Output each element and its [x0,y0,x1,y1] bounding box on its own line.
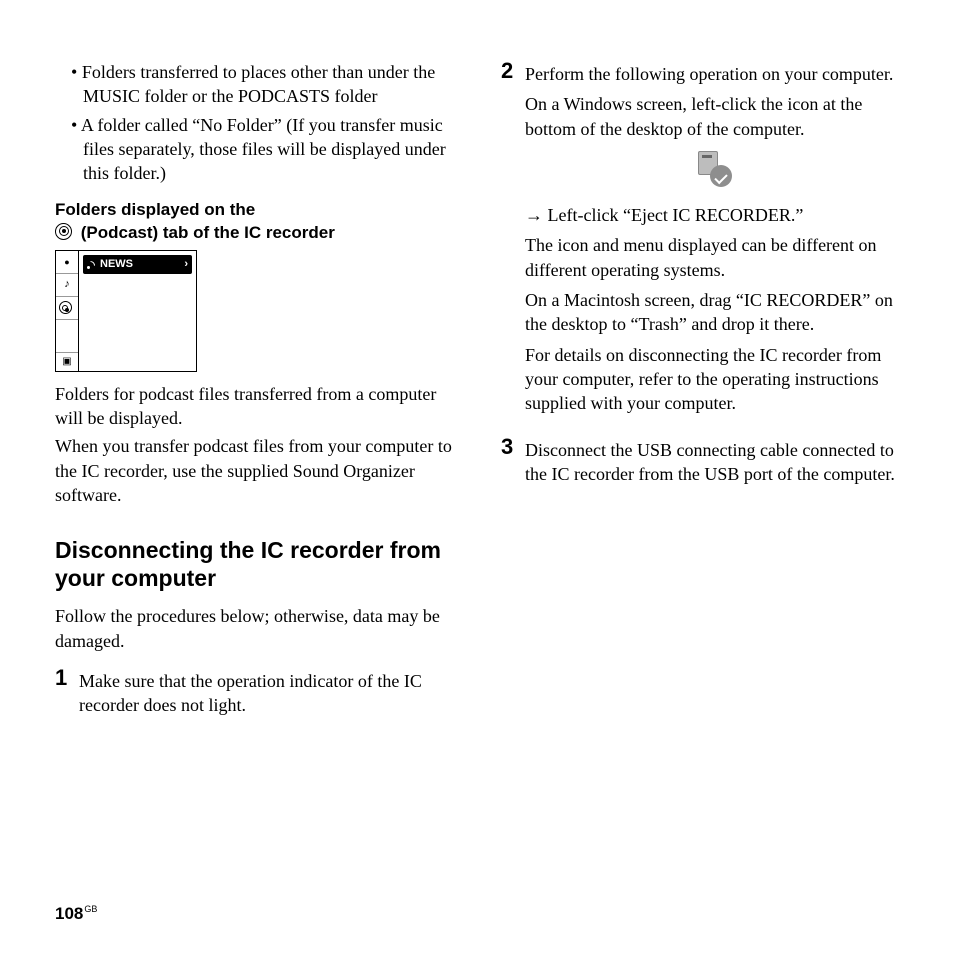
tab-spacer [56,320,78,352]
step-1: 1 Make sure that the operation indicator… [55,667,453,724]
news-folder-chip: NEWS › [83,255,192,274]
step-body: Perform the following operation on your … [525,60,899,422]
step-number: 1 [55,667,73,689]
podcast-tab-icon [56,297,78,320]
step-text: → Left-click “Eject IC RECORDER.” [525,203,899,227]
intro-paragraph: Follow the procedures below; otherwise, … [55,604,453,653]
step-number: 3 [501,436,519,458]
step-text: Make sure that the operation indicator o… [79,669,453,718]
step-text: On a Windows screen, left-click the icon… [525,92,899,141]
podcast-icon [55,223,72,240]
right-column: 2 Perform the following operation on you… [501,60,899,730]
bullet-item: A folder called “No Folder” (If you tran… [71,113,453,186]
bullet-item: Folders transferred to places other than… [71,60,453,109]
step-text: The icon and menu displayed can be diffe… [525,233,899,282]
rec-tab-icon: ▣ [56,352,78,371]
step-body: Make sure that the operation indicator o… [79,667,453,724]
sub-heading: Folders displayed on the (Podcast) tab o… [55,199,453,243]
left-column: Folders transferred to places other than… [55,60,453,730]
subheading-line1: Folders displayed on the [55,200,255,219]
news-label: NEWS [100,257,133,272]
bullet-list: Folders transferred to places other than… [55,60,453,185]
step-text: For details on disconnecting the IC reco… [525,343,899,416]
step-text: On a Macintosh screen, drag “IC RECORDER… [525,288,899,337]
chevron-right-icon: › [184,257,188,272]
device-content: NEWS › [79,251,196,371]
step-number: 2 [501,60,519,82]
paragraph: Folders for podcast files transferred fr… [55,382,453,431]
page-region: GB [84,904,97,914]
step-3: 3 Disconnect the USB connecting cable co… [501,436,899,493]
mic-tab-icon: ● [56,251,78,274]
music-tab-icon: ♪ [56,274,78,297]
arrow-right-icon: → [525,205,543,225]
section-heading: Disconnecting the IC recorder from your … [55,537,453,592]
safely-remove-icon-wrap [525,151,899,193]
two-column-layout: Folders transferred to places other than… [55,60,899,730]
step-text: Disconnect the USB connecting cable conn… [525,438,899,487]
page-number-value: 108 [55,904,83,923]
device-tabs: ● ♪ ▣ [56,251,79,371]
step-2: 2 Perform the following operation on you… [501,60,899,422]
step-body: Disconnect the USB connecting cable conn… [525,436,899,493]
subheading-line2: (Podcast) tab of the IC recorder [76,223,335,242]
page-number: 108GB [55,903,97,926]
ic-recorder-illustration: ● ♪ ▣ NEWS › [55,250,197,372]
paragraph: When you transfer podcast files from you… [55,434,453,507]
safely-remove-hardware-icon [692,151,732,187]
step-text-inline: Left-click “Eject IC RECORDER.” [543,205,803,225]
step-text: Perform the following operation on your … [525,62,899,86]
rss-icon [87,259,97,269]
